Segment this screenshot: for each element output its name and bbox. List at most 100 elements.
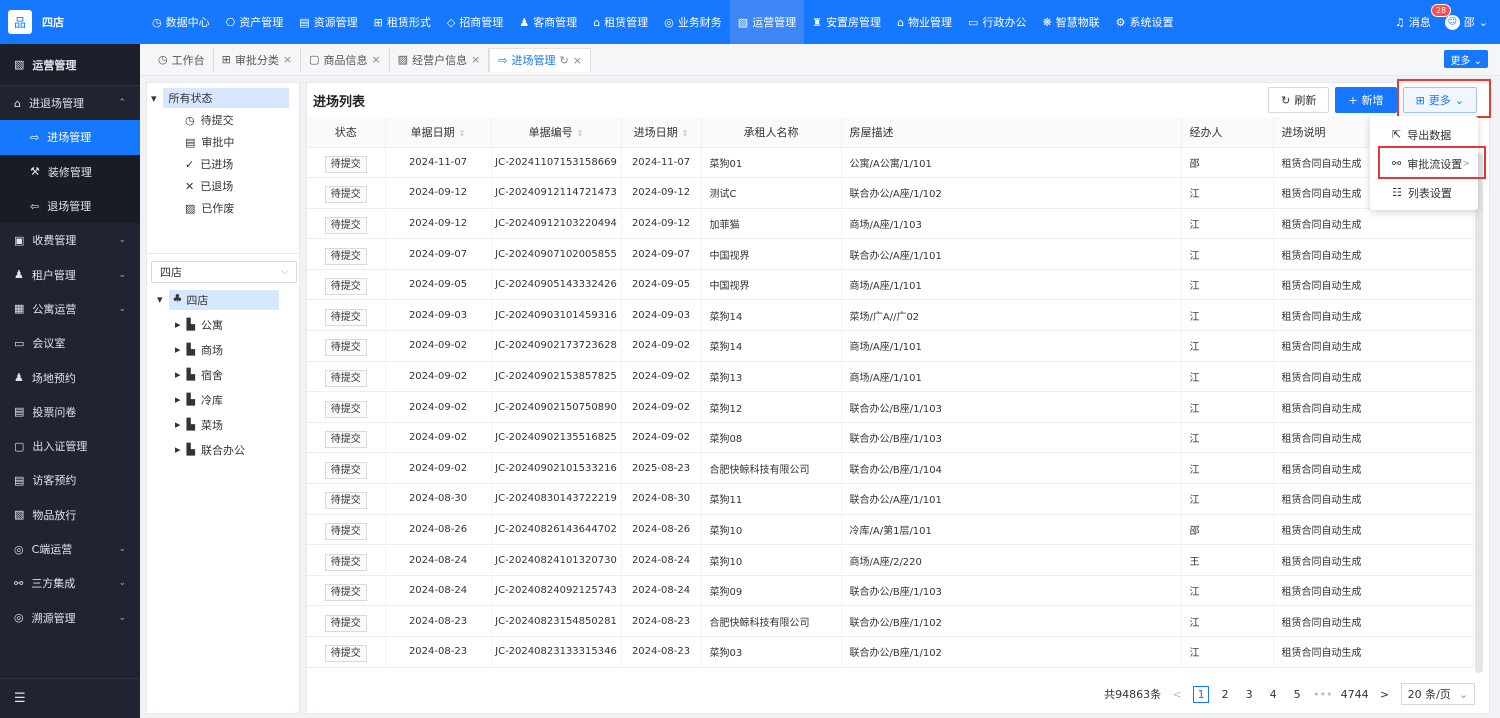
store-tree-item[interactable]: ▸ ▙ 宿舍 [147,362,299,387]
sidebar-item-11[interactable]: ▤ 访客预约 [0,463,140,497]
close-icon[interactable]: × [371,53,380,66]
sidebar-item-10[interactable]: ▢ 出入证管理 [0,429,140,463]
column-header[interactable]: 单据日期 ⇕ [385,117,492,148]
sidebar-item-9[interactable]: ▤ 投票问卷 [0,395,140,429]
topnav-item-4[interactable]: ◇ 招商管理 [439,0,511,44]
status-tree-item[interactable]: ▨ 已作废 [147,197,299,219]
tab-0[interactable]: ◷ 工作台 [150,47,214,72]
table-row[interactable]: 待提交 2024-09-02 JC-20240902153857825 2024-09… [307,361,1474,393]
topnav-item-5[interactable]: ♟ 客商管理 [511,0,585,44]
next-page-icon[interactable]: > [1377,688,1393,701]
table-row[interactable]: 待提交 2024-09-12 JC-20240912114721473 2024-09… [307,177,1474,209]
topnav-item-2[interactable]: ▤ 资源管理 [291,0,365,44]
caret-right-icon[interactable]: ▸ [175,343,181,356]
table-row[interactable]: 待提交 2024-09-02 JC-20240902150750890 2024-09… [307,391,1474,423]
page-number[interactable]: 5 [1289,688,1305,701]
user-menu[interactable]: ☺ 邵 ⌄ [1444,14,1488,30]
store-tree-item[interactable]: ▸ ▙ 公寓 [147,312,299,337]
sort-icon[interactable]: ⇕ [577,129,584,138]
table-row[interactable]: 待提交 2024-09-07 JC-20240907102005855 2024-09… [307,238,1474,270]
caret-right-icon[interactable]: ▸ [175,318,181,331]
tab-3[interactable]: ▨ 经营户信息 × [390,47,490,72]
column-header[interactable]: 单据编号 ⇕ [491,117,622,148]
store-tree-root[interactable]: ▾ ♣ 四店 [147,287,299,312]
table-row[interactable]: 待提交 2024-09-02 JC-20240902135516825 2024-09… [307,422,1474,454]
caret-right-icon[interactable]: ▸ [175,368,181,381]
sidebar-item-12[interactable]: ▧ 物品放行 [0,498,140,532]
sidebar-item-3[interactable]: ⇦ 退场管理 [0,188,140,224]
column-header[interactable]: 承租人名称 [701,117,842,148]
topnav-item-3[interactable]: ⊞ 租赁形式 [366,0,439,44]
refresh-button[interactable]: ↻ 刷新 [1268,87,1330,113]
store-tree-item[interactable]: ▸ ▙ 联合办公 [147,437,299,462]
table-row[interactable]: 待提交 2024-08-24 JC-20240824092125743 2024-08… [307,575,1474,607]
status-tree-item[interactable]: ◷ 待提交 [147,109,299,131]
table-row[interactable]: 待提交 2024-11-07 JC-20241107153158669 2024-11… [307,147,1474,179]
sidebar-item-7[interactable]: ▭ 会议室 [0,326,140,360]
tab-4[interactable]: ⇨ 进场管理 ↻ × [489,47,591,72]
column-header[interactable]: 进场日期 ⇕ [621,117,702,148]
page-number[interactable]: 4744 [1341,688,1369,701]
table-row[interactable]: 待提交 2024-09-03 JC-20240903101459316 2024-09… [307,299,1474,332]
store-tree-item[interactable]: ▸ ▙ 冷库 [147,387,299,412]
table-row[interactable]: 待提交 2024-08-26 JC-20240826143644702 2024-08… [307,514,1474,546]
caret-down-icon[interactable]: ▾ [151,92,157,105]
sidebar-item-5[interactable]: ♟ 租户管理 ⌄ [0,257,140,291]
dropdown-item-0[interactable]: ⇱ 导出数据 [1370,120,1478,149]
page-number[interactable]: 1 [1193,685,1210,703]
topnav-item-13[interactable]: ⚙ 系统设置 [1108,0,1182,44]
page-number[interactable]: 3 [1241,688,1257,701]
table-row[interactable]: 待提交 2024-09-05 JC-20240905143332426 2024-09… [307,269,1474,301]
page-number[interactable]: 2 [1217,688,1233,701]
caret-right-icon[interactable]: ▸ [175,418,181,431]
ellipsis-icon[interactable]: ••• [1313,688,1332,701]
table-scrollbar[interactable] [1475,153,1483,673]
store-tree-item[interactable]: ▸ ▙ 商场 [147,337,299,362]
menu-collapse-icon[interactable]: ☰ [0,678,140,718]
store-tree-item[interactable]: ▸ ▙ 菜场 [147,412,299,437]
topnav-item-10[interactable]: ⌂ 物业管理 [889,0,960,44]
page-number[interactable]: 4 [1265,688,1281,701]
tab-2[interactable]: ▢ 商品信息 × [301,47,390,72]
topnav-item-8[interactable]: ▧ 运营管理 [729,0,805,44]
status-tree-item[interactable]: ✕ 已退场 [147,175,299,197]
sidebar-item-4[interactable]: ▣ 收费管理 ⌄ [0,223,140,257]
dropdown-item-2[interactable]: ☷ 列表设置 [1370,178,1478,207]
column-header[interactable]: 经办人 [1181,117,1274,148]
topnav-item-7[interactable]: ◎ 业务财务 [656,0,730,44]
prev-page-icon[interactable]: < [1169,688,1185,701]
tabs-more-button[interactable]: 更多 ⌄ [1444,50,1488,68]
sidebar-item-6[interactable]: ▦ 公寓运营 ⌄ [0,292,140,326]
sidebar-item-0[interactable]: ⌂ 进退场管理 ⌃ [0,86,140,120]
column-header[interactable]: 房屋描述 [841,117,1182,148]
column-header[interactable]: 状态 [307,117,386,148]
table-row[interactable]: 待提交 2024-09-12 JC-20240912103220494 2024-09… [307,208,1474,240]
caret-right-icon[interactable]: ▸ [175,393,181,406]
store-select[interactable]: 四店 ⌵ [151,261,297,283]
table-row[interactable]: 待提交 2024-09-02 JC-20240902173723628 2024-09… [307,330,1474,362]
sidebar-item-2[interactable]: ⚒ 装修管理 [0,154,140,189]
tab-1[interactable]: ⊞ 审批分类 × [214,47,302,72]
sort-icon[interactable]: ⇕ [459,129,466,138]
refresh-icon[interactable]: ↻ [560,54,569,67]
page-size-select[interactable]: 20 条/页 ⌄ [1400,683,1475,705]
close-icon[interactable]: × [471,53,480,66]
topnav-item-11[interactable]: ▭ 行政办公 [960,0,1034,44]
topnav-item-0[interactable]: ◷ 数据中心 [144,0,218,44]
status-tree-root[interactable]: ▾ 所有状态 [147,87,299,109]
status-tree-item[interactable]: ▤ 审批中 [147,131,299,153]
brand[interactable]: 品 四店 [0,0,140,44]
caret-right-icon[interactable]: ▸ [175,443,181,456]
table-row[interactable]: 待提交 2024-08-23 JC-20240823133315346 2024-08… [307,636,1474,668]
add-button[interactable]: + 新增 [1335,87,1397,113]
sidebar-item-14[interactable]: ⚯ 三方集成 ⌄ [0,566,140,600]
table-row[interactable]: 待提交 2024-09-02 JC-20240902101533216 2025-08… [307,452,1474,485]
sort-icon[interactable]: ⇕ [682,129,689,138]
topnav-item-6[interactable]: ⌂ 租赁管理 [585,0,656,44]
status-tree-item[interactable]: ✓ 已进场 [147,153,299,175]
sidebar-item-15[interactable]: ◎ 溯源管理 ⌄ [0,600,140,634]
topnav-item-12[interactable]: ❋ 智慧物联 [1034,0,1107,44]
sidebar-item-1[interactable]: ⇨ 进场管理 [0,120,140,155]
close-icon[interactable]: × [283,53,292,66]
sidebar-item-8[interactable]: ♟ 场地预约 [0,360,140,394]
